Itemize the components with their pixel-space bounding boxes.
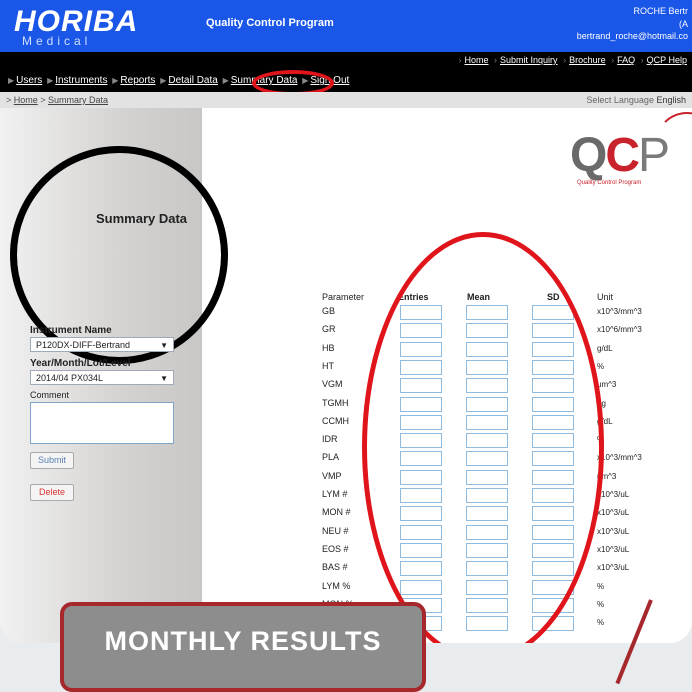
language-selector[interactable]: Select Language English [586, 95, 686, 105]
banner: MONTHLY RESULTS [60, 602, 426, 692]
table-row-parameter: TGMH [322, 398, 349, 408]
comment-label: Comment [30, 390, 70, 400]
table-row-parameter: CCMH [322, 416, 349, 426]
top-link-brochure[interactable]: Brochure [569, 55, 606, 65]
comment-textarea[interactable] [30, 402, 174, 444]
user-name: ROCHE Bertr [633, 6, 688, 16]
table-row-parameter: GB [322, 306, 336, 316]
period-label: Year/Month/Lot/Level [30, 358, 131, 369]
top-link-submit-inquiry[interactable]: Submit Inquiry [500, 55, 558, 65]
chevron-down-icon: ▼ [160, 341, 168, 350]
submit-button[interactable]: Submit [30, 452, 74, 469]
breadcrumb: > Home > Summary Data [6, 95, 109, 105]
logo-subtitle: Medical [22, 34, 92, 48]
table-highlight-oval [362, 232, 604, 643]
delete-button[interactable]: Delete [30, 484, 74, 501]
table-row-parameter: IDR [322, 434, 338, 444]
nav-detail-data[interactable]: Detail Data [168, 75, 217, 86]
table-row-unit: % [597, 600, 605, 609]
header: HORIBA Medical Quality Control Program R… [0, 0, 692, 52]
table-row-unit: x10^6/mm^3 [597, 325, 642, 334]
table-row-parameter: LYM # [322, 489, 348, 499]
page-title: Summary Data [96, 211, 188, 226]
user-email: bertrand_roche@hotmail.co [576, 31, 688, 41]
nav-users[interactable]: Users [16, 75, 42, 86]
table-row-unit: x10^3/uL [597, 563, 630, 572]
table-row-unit: % [597, 618, 605, 627]
table-row-unit: x10^3/uL [597, 545, 630, 554]
table-row-parameter: NEU # [322, 526, 349, 536]
banner-text: MONTHLY RESULTS [104, 626, 382, 656]
table-row-parameter: VMP [322, 471, 342, 481]
page-card: HORIBA Medical Quality Control Program R… [0, 0, 692, 643]
table-row-unit: um^3 [597, 380, 617, 389]
table-row-unit: x10^3/uL [597, 508, 630, 517]
table-row-unit: % [597, 362, 605, 371]
top-link-home[interactable]: Home [464, 55, 488, 65]
table-row-unit: x10^3/uL [597, 527, 630, 536]
qcp-logo: QCP [570, 129, 670, 182]
table-row-parameter: GR [322, 324, 336, 334]
table-row-parameter: LYM % [322, 581, 351, 591]
breadcrumb-summary-data[interactable]: Summary Data [48, 95, 108, 105]
period-select-value: 2014/04 PX034L [36, 373, 104, 383]
instrument-name-label: Instrument Name [30, 325, 112, 336]
nav-reports[interactable]: Reports [120, 75, 155, 86]
header-unit: Unit [597, 292, 614, 302]
table-row-parameter: EOS # [322, 544, 349, 554]
user-institution: (A [679, 19, 688, 29]
program-title: Quality Control Program [206, 17, 334, 29]
table-row-unit: % [597, 582, 605, 591]
table-row-unit: x10^3/uL [597, 490, 630, 499]
header-parameter: Parameter [322, 292, 365, 302]
instrument-select-value: P120DX-DIFF-Bertrand [36, 340, 131, 350]
breadcrumb-bar: > Home > Summary Data Select Language En… [0, 92, 692, 108]
top-link-qcp-help[interactable]: QCP Help [647, 55, 687, 65]
qcp-subtitle: Quality Control Program [577, 180, 642, 186]
language-value: English [656, 95, 686, 105]
table-row-parameter: HT [322, 361, 334, 371]
breadcrumb-home[interactable]: Home [14, 95, 38, 105]
language-label: Select Language [586, 95, 654, 105]
instrument-select[interactable]: P120DX-DIFF-Bertrand ▼ [30, 337, 174, 352]
table-row-parameter: PLA [322, 452, 340, 462]
top-links-bar: › Home › Submit Inquiry › Brochure › FAQ › QC… [0, 52, 692, 70]
nav-instruments[interactable]: Instruments [55, 75, 107, 86]
table-row-parameter: VGM [322, 379, 343, 389]
table-row-parameter: BAS # [322, 562, 348, 572]
chevron-down-icon: ▼ [160, 374, 168, 383]
table-row-parameter: MON # [322, 507, 351, 517]
table-row-unit: x10^3/mm^3 [597, 307, 642, 316]
main-nav: ▶ Users ▶ Instruments ▶ Reports ▶ Detail Dat… [0, 70, 692, 92]
period-select[interactable]: 2014/04 PX034L ▼ [30, 370, 174, 385]
table-row-parameter: HB [322, 343, 335, 353]
table-row-unit: g/dL [597, 344, 613, 353]
top-link-faq[interactable]: FAQ [617, 55, 635, 65]
